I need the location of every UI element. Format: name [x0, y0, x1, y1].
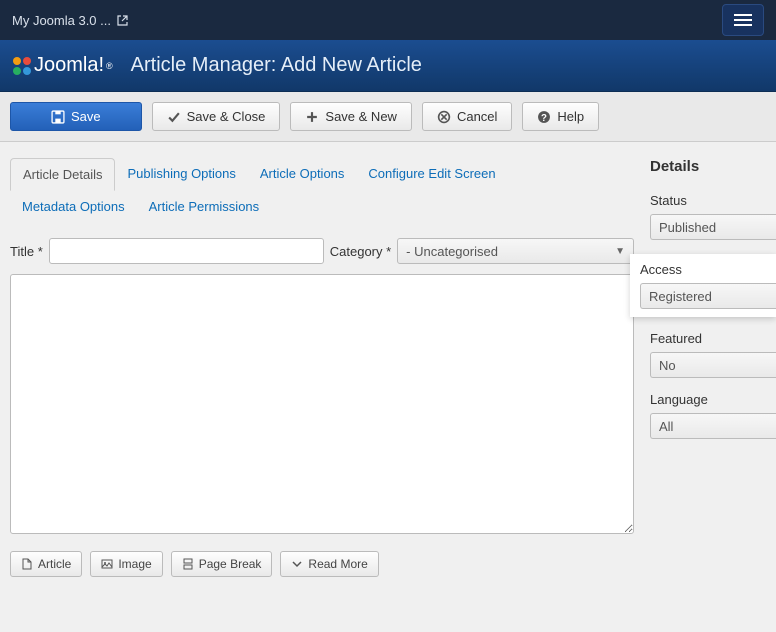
tab-publishing-options[interactable]: Publishing Options [115, 158, 247, 191]
access-value: Registered [649, 289, 712, 304]
header: Joomla! ® Article Manager: Add New Artic… [0, 40, 776, 92]
hamburger-icon [734, 14, 752, 16]
site-name-text: My Joomla 3.0 ... [12, 13, 111, 28]
featured-field: Featured No [650, 331, 776, 378]
help-button[interactable]: ? Help [522, 102, 599, 131]
article-body-editor[interactable] [10, 274, 634, 534]
tabs: Article Details Publishing Options Artic… [10, 158, 634, 222]
site-name[interactable]: My Joomla 3.0 ... [12, 13, 128, 28]
page-break-icon [182, 558, 194, 570]
tab-article-options[interactable]: Article Options [248, 158, 357, 191]
save-label: Save [71, 109, 101, 124]
featured-label: Featured [650, 331, 776, 346]
brand-logo: Joomla! ® [12, 54, 113, 77]
insert-article-button[interactable]: Article [10, 551, 82, 577]
category-label: Category * [330, 244, 391, 259]
external-link-icon [117, 15, 128, 26]
check-icon [167, 110, 181, 124]
read-more-button[interactable]: Read More [280, 551, 378, 577]
title-category-row: Title * Category * - Uncategorised ▼ [10, 238, 634, 264]
page-break-label: Page Break [199, 557, 262, 571]
status-field: Status Published [650, 193, 776, 240]
details-sidebar: Details Status Published Access Register… [650, 142, 776, 589]
menu-toggle-button[interactable] [722, 4, 764, 36]
status-value: Published [659, 220, 716, 235]
plus-icon [305, 110, 319, 124]
featured-select[interactable]: No [650, 352, 776, 378]
status-select[interactable]: Published [650, 214, 776, 240]
status-label: Status [650, 193, 776, 208]
content-area: Article Details Publishing Options Artic… [0, 142, 650, 589]
insert-image-button[interactable]: Image [90, 551, 162, 577]
cancel-label: Cancel [457, 109, 497, 124]
save-icon [51, 110, 65, 124]
featured-value: No [659, 358, 676, 373]
page-break-button[interactable]: Page Break [171, 551, 273, 577]
insert-image-label: Image [118, 557, 151, 571]
brand-text: Joomla! [34, 54, 104, 77]
access-field: Access Registered [630, 254, 776, 317]
language-value: All [659, 419, 673, 434]
title-input[interactable] [49, 238, 324, 264]
access-label: Access [640, 262, 776, 277]
language-field: Language All [650, 392, 776, 439]
action-toolbar: Save Save & Close Save & New Cancel ? He… [0, 92, 776, 142]
tab-article-details[interactable]: Article Details [10, 158, 115, 191]
main: Article Details Publishing Options Artic… [0, 142, 776, 589]
details-heading: Details [650, 158, 776, 175]
svg-text:?: ? [541, 112, 547, 123]
category-value: - Uncategorised [406, 244, 498, 259]
read-more-label: Read More [308, 557, 367, 571]
access-select[interactable]: Registered [640, 283, 776, 309]
insert-article-label: Article [38, 557, 71, 571]
save-button[interactable]: Save [10, 102, 142, 131]
help-icon: ? [537, 110, 551, 124]
page-title: Article Manager: Add New Article [131, 54, 422, 77]
save-close-label: Save & Close [187, 109, 266, 124]
save-new-button[interactable]: Save & New [290, 102, 412, 131]
file-icon [21, 558, 33, 570]
topbar: My Joomla 3.0 ... [0, 0, 776, 40]
save-close-button[interactable]: Save & Close [152, 102, 281, 131]
language-select[interactable]: All [650, 413, 776, 439]
editor-toolbar: Article Image Page Break Read More [10, 551, 634, 577]
help-label: Help [557, 109, 584, 124]
joomla-icon [12, 56, 32, 76]
tab-metadata-options[interactable]: Metadata Options [10, 191, 137, 222]
title-label: Title * [10, 244, 43, 259]
cancel-icon [437, 110, 451, 124]
chevron-down-icon [291, 558, 303, 570]
tab-configure-edit-screen[interactable]: Configure Edit Screen [356, 158, 507, 191]
save-new-label: Save & New [325, 109, 397, 124]
language-label: Language [650, 392, 776, 407]
image-icon [101, 558, 113, 570]
cancel-button[interactable]: Cancel [422, 102, 512, 131]
category-select[interactable]: - Uncategorised ▼ [397, 238, 634, 264]
chevron-down-icon: ▼ [615, 246, 625, 257]
tab-article-permissions[interactable]: Article Permissions [137, 191, 272, 222]
